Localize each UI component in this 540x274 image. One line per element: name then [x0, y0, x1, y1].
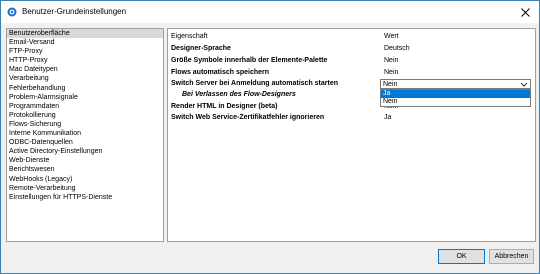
title-bar[interactable]: Benutzer-Grundeinstellungen [1, 1, 539, 23]
sidebar-item[interactable]: HTTP-Proxy [7, 56, 163, 65]
dialog-window: Benutzer-Grundeinstellungen Benutzerober… [0, 0, 540, 274]
property-name: Flows automatisch speichern [171, 69, 270, 76]
ok-button[interactable]: OK [438, 249, 485, 264]
property-row[interactable]: Flows automatisch speichern Nein [168, 67, 535, 78]
sidebar-item[interactable]: Verarbeitung [7, 74, 163, 83]
sidebar-item[interactable]: Web-Dienste [7, 156, 163, 165]
header-value: Wert [384, 33, 399, 40]
sidebar-item[interactable]: Flows-Sicherung [7, 120, 163, 129]
dropdown-option[interactable]: Ja [381, 90, 530, 98]
sidebar-item[interactable]: ODBC-Datenquellen [7, 138, 163, 147]
property-row[interactable]: Switch Web Service-Zertifikatfehler igno… [168, 112, 535, 123]
value-dropdown[interactable]: Nein [380, 79, 531, 89]
close-button[interactable] [511, 1, 539, 23]
property-value[interactable]: Nein [384, 67, 398, 78]
sidebar-item[interactable]: Mac Dateitypen [7, 65, 163, 74]
dialog-client-area: Benutzeroberfläche Email-Versand FTP-Pro… [1, 23, 539, 273]
sidebar-item[interactable]: Berichtswesen [7, 165, 163, 174]
chevron-down-icon[interactable] [520, 81, 528, 88]
category-list[interactable]: Benutzeroberfläche Email-Versand FTP-Pro… [6, 28, 164, 242]
property-name: Switch Web Service-Zertifikatfehler igno… [171, 114, 325, 121]
sidebar-item[interactable]: Fehlerbehandlung [7, 84, 163, 93]
property-header-row: Eigenschaft Wert [168, 31, 535, 42]
property-name: Render HTML in Designer (beta) [171, 103, 278, 110]
dropdown-options: Ja Nein [380, 89, 531, 107]
window-title: Benutzer-Grundeinstellungen [22, 7, 127, 16]
property-row[interactable]: Größe Symbole innerhalb der Elemente-Pal… [168, 55, 535, 66]
dropdown-option[interactable]: Nein [381, 98, 530, 106]
sidebar-item[interactable]: Benutzeroberfläche [7, 29, 163, 39]
dropdown-selected-value: Nein [383, 81, 398, 88]
property-name: Switch Server bei Anmeldung automatisch … [171, 80, 339, 87]
property-grid: Eigenschaft Wert Designer-Sprache Deutsc… [167, 28, 536, 242]
sidebar-item[interactable]: Interne Kommunikation [7, 129, 163, 138]
property-row[interactable]: Designer-Sprache Deutsch [168, 43, 535, 54]
property-value[interactable]: Ja [384, 112, 391, 123]
cancel-button[interactable]: Abbrechen [489, 249, 534, 264]
sidebar-item[interactable]: Problem-Alarmsignale [7, 93, 163, 102]
property-value[interactable]: Deutsch [384, 43, 410, 54]
sidebar-item[interactable]: Einstellungen für HTTPS-Dienste [7, 193, 163, 202]
close-icon [520, 7, 530, 17]
sidebar-item[interactable]: FTP-Proxy [7, 47, 163, 56]
header-property: Eigenschaft [171, 33, 208, 40]
property-name: Designer-Sprache [171, 45, 231, 52]
sidebar-item[interactable]: Remote-Verarbeitung [7, 184, 163, 193]
property-name: Bei Verlassen des Flow-Designers [182, 91, 296, 98]
sidebar-item[interactable]: WebHooks (Legacy) [7, 175, 163, 184]
sidebar-item[interactable]: Email-Versand [7, 38, 163, 47]
property-value[interactable]: Nein [384, 55, 398, 66]
sidebar-item[interactable]: Active Directory-Einstellungen [7, 147, 163, 156]
sidebar-item[interactable]: Protokollierung [7, 111, 163, 120]
property-name: Größe Symbole innerhalb der Elemente-Pal… [171, 57, 328, 64]
app-icon [7, 7, 17, 17]
sidebar-item[interactable]: Programmdaten [7, 102, 163, 111]
